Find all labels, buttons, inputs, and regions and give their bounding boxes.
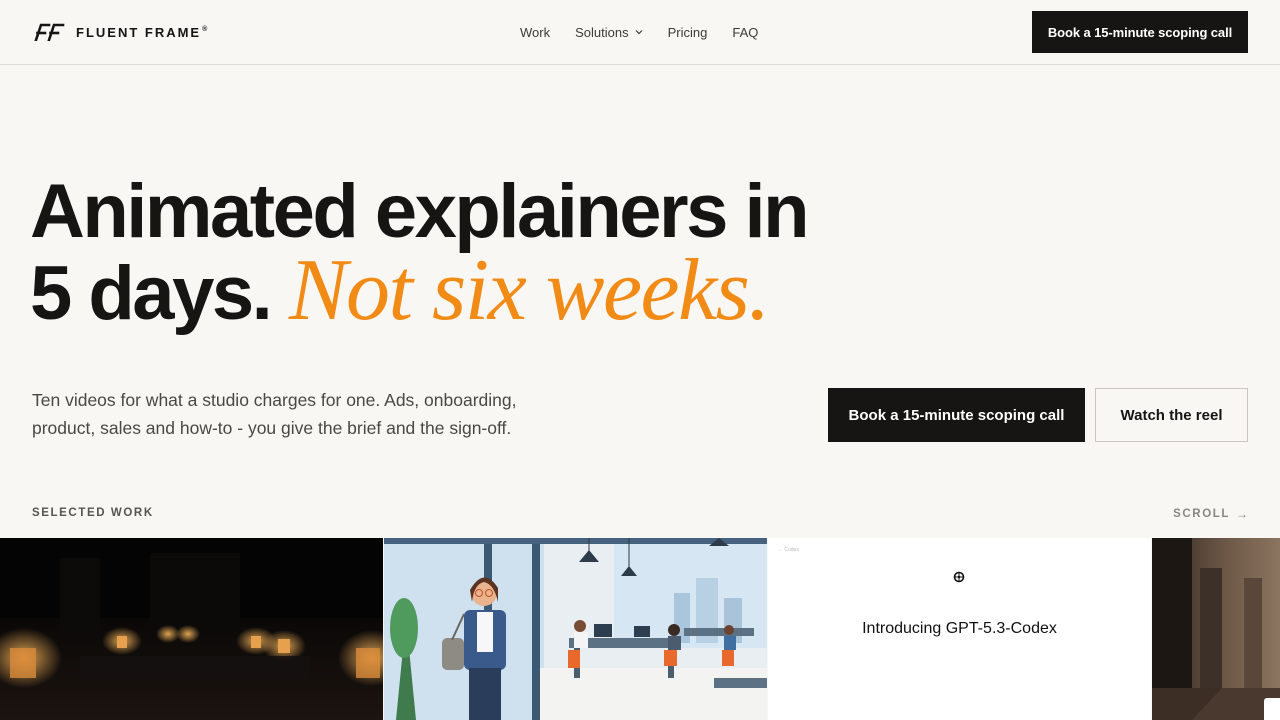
nav-item-pricing[interactable]: Pricing [668, 25, 708, 40]
corner-widget[interactable] [1264, 698, 1280, 720]
brand-logo[interactable]: FLUENT FRAME® [32, 22, 209, 42]
codex-title: Introducing GPT-5.3-Codex [862, 620, 1057, 637]
nav-item-work[interactable]: Work [520, 25, 550, 40]
codex-caption: ← Codex [778, 547, 799, 553]
nav-item-label: Pricing [667, 24, 708, 40]
scroll-link[interactable]: SCROLL → [1173, 507, 1248, 521]
brand-name: FLUENT FRAME® [76, 24, 210, 40]
nav-item-solutions[interactable]: Solutions [575, 24, 643, 40]
chevron-down-icon [635, 30, 643, 35]
site-header: FLUENT FRAME® Work Solutions Pricing FAQ… [0, 0, 1280, 65]
arrow-right-icon: → [1236, 507, 1248, 521]
headline-line-2: 5 days. [30, 251, 273, 336]
main-nav: Work Solutions Pricing FAQ [520, 23, 758, 41]
openai-knot-icon [953, 571, 965, 583]
work-card-hallway[interactable] [1152, 538, 1280, 720]
nav-item-faq[interactable]: FAQ [732, 25, 758, 40]
registered-mark: ® [202, 26, 210, 34]
nav-item-label: FAQ [732, 24, 759, 40]
hero-book-call-button[interactable]: Book a 15-minute scoping call [828, 388, 1085, 442]
nav-item-label: Solutions [575, 24, 629, 40]
nav-item-label: Work [520, 24, 551, 40]
work-carousel[interactable]: ← Codex Introducing GPT-5.3-Codex [0, 538, 1280, 720]
office-illustration-thumbnail [384, 538, 767, 720]
watch-reel-button[interactable]: Watch the reel [1095, 388, 1248, 442]
hero-subcopy: Ten videos for what a studio charges for… [32, 390, 517, 438]
header-book-call-button[interactable]: Book a 15-minute scoping call [1032, 11, 1248, 53]
work-card-office[interactable] [384, 538, 767, 720]
work-card-codex[interactable]: ← Codex Introducing GPT-5.3-Codex [768, 538, 1151, 720]
ff-monogram-icon [34, 23, 65, 41]
selected-work-label: SELECTED WORK [32, 507, 154, 519]
headline-accent: Not six weeks. [288, 242, 771, 339]
work-card-candles[interactable] [0, 538, 383, 720]
hero-headline: Animated explainers in 5 days. Not six w… [30, 172, 810, 336]
candlelit-room-thumbnail [0, 538, 383, 720]
hallway-thumbnail [1152, 538, 1280, 720]
scroll-label: SCROLL [1173, 508, 1230, 520]
